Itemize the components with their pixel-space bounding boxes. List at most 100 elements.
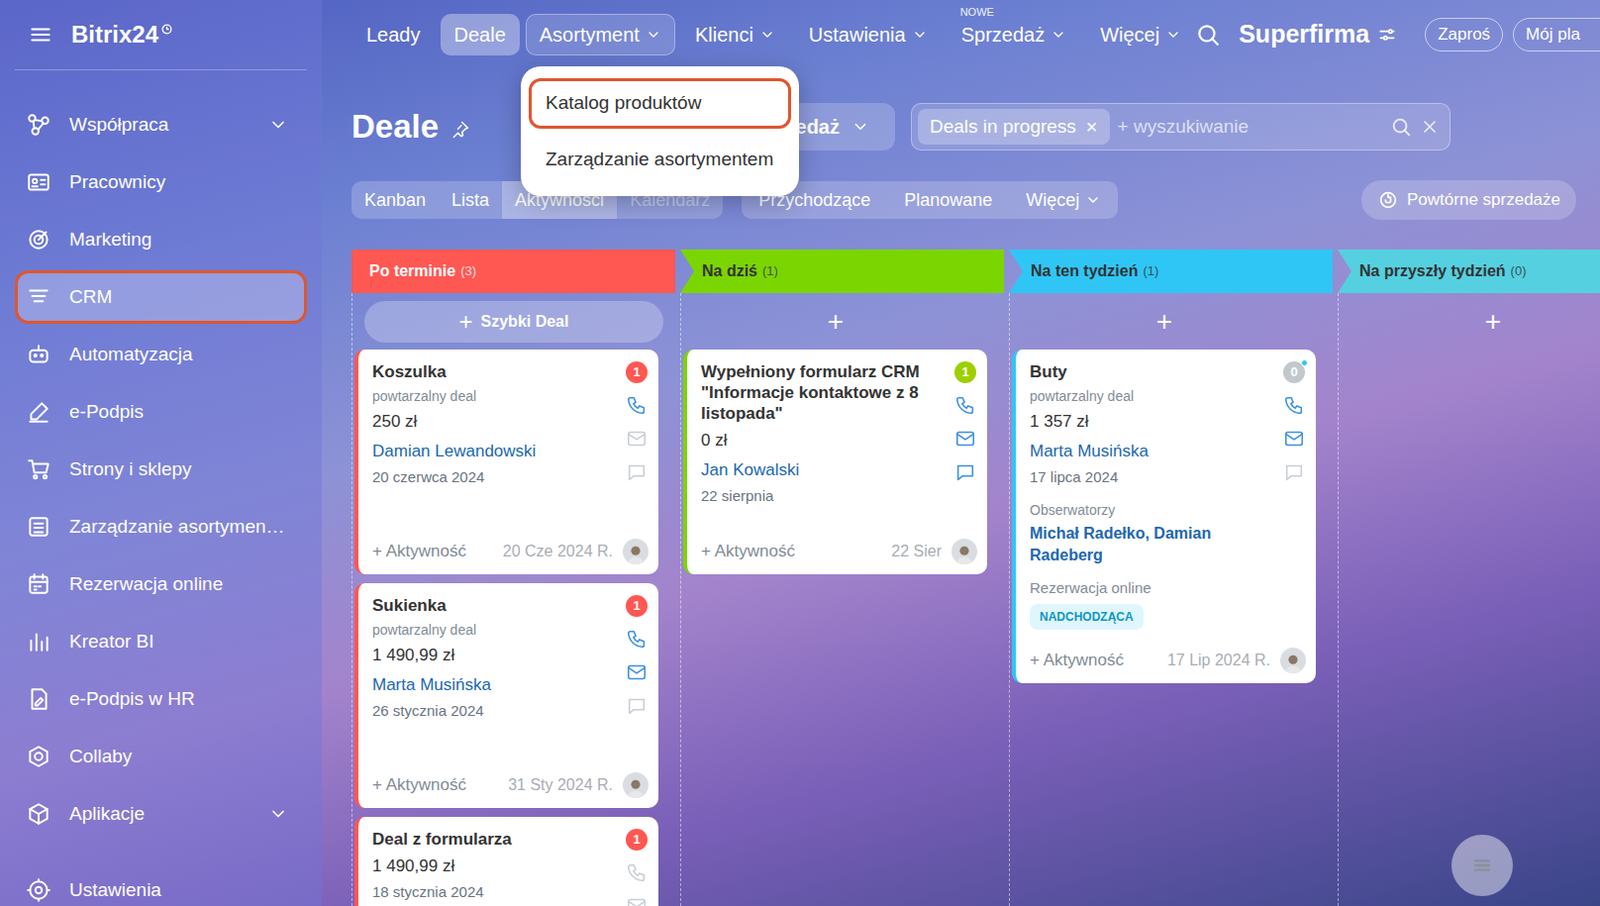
mail-icon[interactable] [624, 660, 649, 685]
quick-deal-button[interactable]: +Szybki Deal [364, 300, 664, 343]
observers-names[interactable]: Michał Radełko, Damian Radeberg [1029, 522, 1275, 567]
view-tab[interactable]: Kanban [351, 181, 439, 219]
channel-icons: 1 [624, 361, 649, 488]
deal-title[interactable]: Wypełniony formularz CRM "Informacje kon… [700, 361, 946, 424]
settings-item[interactable]: Ustawienia [14, 863, 307, 906]
phone-icon[interactable] [624, 393, 649, 417]
avatar-icon[interactable] [951, 538, 978, 565]
sidebar-item[interactable]: Rezerwacja online [14, 557, 307, 611]
nav-tab[interactable]: Więcej [1086, 13, 1196, 56]
add-button[interactable]: + [827, 307, 858, 336]
deal-title[interactable]: Koszulka [372, 361, 617, 383]
sidebar-item[interactable]: Pracownicy [14, 155, 307, 209]
filter-field[interactable]: Deals in progress× [910, 102, 1451, 151]
repeat-sales-button[interactable]: Powtórne sprzedaże [1361, 180, 1577, 220]
sidebar-header: Bitrix24 [0, 0, 322, 70]
top-button[interactable]: Zaproś [1424, 17, 1503, 52]
nav-tab[interactable]: SprzedażNOWE [947, 13, 1082, 56]
add-activity[interactable]: + Aktywność [700, 538, 796, 565]
add-activity[interactable]: + Aktywność [372, 538, 467, 565]
badge-count: 1 [632, 365, 640, 380]
sidebar-item[interactable]: e-Podpis w HR [14, 672, 307, 726]
sidebar-item[interactable]: e-Podpis [14, 385, 307, 439]
chat-icon[interactable] [1282, 460, 1306, 485]
sidebar-item[interactable]: Aplikacje [14, 787, 307, 841]
search-icon[interactable] [1195, 21, 1221, 48]
deal-card[interactable]: Butypowtarzalny deal1 357 złMarta Musińs… [1011, 349, 1316, 684]
nav-tab[interactable]: Ustawienia [795, 13, 942, 56]
filter-tag[interactable]: Deals in progress× [917, 108, 1110, 145]
add-button[interactable]: + [1485, 307, 1515, 336]
avatar-icon[interactable] [622, 538, 649, 565]
hamburger-icon [27, 21, 54, 48]
contact-link[interactable]: Jan Kowalski [700, 459, 946, 482]
top-button[interactable]: Mój pla [1512, 17, 1600, 52]
sidebar-item[interactable]: Automatyzacja [14, 327, 307, 382]
add-activity[interactable]: + Aktywność [372, 772, 467, 799]
view-tab[interactable]: Lista [438, 181, 502, 219]
menu-item[interactable]: Zarządzanie asortymentem [528, 134, 792, 186]
chat-icon[interactable] [953, 460, 978, 485]
deal-date: 26 stycznia 2024 [372, 700, 617, 721]
mail-icon[interactable] [624, 426, 649, 451]
sidebar-item[interactable]: Kreator BI [14, 614, 307, 669]
column-body: + Butypowtarzalny deal1 357 złMarta Musiń… [1008, 293, 1333, 906]
contact-link[interactable]: Marta Musińska [372, 674, 617, 697]
search-input[interactable] [1117, 112, 1383, 142]
company-name[interactable]: Superfirma [1238, 15, 1398, 54]
menu-item[interactable]: Katalog produktów [528, 78, 792, 129]
nav-tab[interactable]: Deale [440, 13, 520, 56]
sidebar-item[interactable]: Zarządzanie asortymen… [14, 500, 307, 554]
deal-title[interactable]: Deal z formularza [372, 828, 617, 850]
deal-title[interactable]: Sukienka [372, 595, 617, 616]
contact-link[interactable]: Damian Lewandowski [372, 440, 617, 463]
nav-tab-body: Klienci [681, 13, 790, 56]
nav-tab[interactable]: Klienci [681, 13, 790, 56]
filter-tab[interactable]: Więcej [1008, 181, 1118, 219]
filter-tab[interactable]: Planowane [887, 181, 1009, 219]
lines-icon [1468, 851, 1497, 880]
avatar-icon[interactable] [622, 772, 649, 799]
column-count: (0) [1510, 261, 1527, 282]
chevron-down-icon [1050, 26, 1067, 43]
add-button[interactable]: + [1156, 307, 1187, 336]
chevron-down-icon [268, 114, 289, 135]
mail-icon[interactable] [624, 894, 649, 906]
chevron-down-icon [1085, 192, 1101, 208]
deal-title[interactable]: Buty [1029, 361, 1275, 383]
sidebar-item[interactable]: Strony i sklepy [14, 442, 307, 497]
sidebar-item[interactable]: Collaby [14, 729, 307, 784]
menu-button[interactable] [1451, 834, 1513, 897]
nav-tab[interactable]: Leady [352, 13, 435, 56]
menu-label: Katalog produktów [545, 92, 701, 113]
add-activity[interactable]: + Aktywność [1029, 647, 1124, 674]
tag-remove[interactable]: × [1086, 116, 1099, 137]
card-details: Koszulkapowtarzalny deal250 złDamian Lew… [372, 361, 617, 488]
avatar-icon[interactable] [1280, 647, 1306, 674]
mail-icon[interactable] [953, 426, 978, 451]
counter-badge: 0 [1283, 361, 1305, 384]
logo[interactable]: Bitrix24 [71, 20, 174, 49]
deal-card[interactable]: Koszulkapowtarzalny deal250 złDamian Lew… [354, 349, 659, 575]
chat-icon[interactable] [624, 694, 649, 718]
sidebar-item[interactable]: Marketing [14, 212, 307, 267]
sidebar-item[interactable]: Współpraca [14, 98, 307, 152]
phone-icon[interactable] [624, 626, 649, 651]
phone-icon[interactable] [624, 860, 649, 885]
phone-icon[interactable] [1282, 393, 1306, 417]
chat-icon[interactable] [624, 460, 649, 485]
mail-icon[interactable] [1282, 426, 1306, 451]
sidebar-item[interactable]: CRM [14, 270, 307, 324]
sidebar-label: Ustawienia [69, 876, 162, 905]
deal-card[interactable]: Wypełniony formularz CRM "Informacje kon… [683, 349, 988, 575]
logo-text: Bitrix24 [71, 20, 159, 49]
nav-tab[interactable]: Asortyment [525, 13, 676, 56]
contact-link[interactable]: Marta Musińska [1029, 440, 1275, 463]
sidebar-label: Pracownicy [69, 170, 297, 195]
chevron-down-icon [1165, 26, 1182, 43]
menu-item-icon [25, 571, 52, 598]
deal-card[interactable]: Sukienkapowtarzalny deal1 490,99 złMarta… [354, 583, 659, 808]
nav-label: Asortyment [539, 19, 640, 50]
phone-icon[interactable] [953, 393, 978, 417]
deal-card[interactable]: Deal z formularza1 490,99 zł18 stycznia … [354, 816, 659, 906]
